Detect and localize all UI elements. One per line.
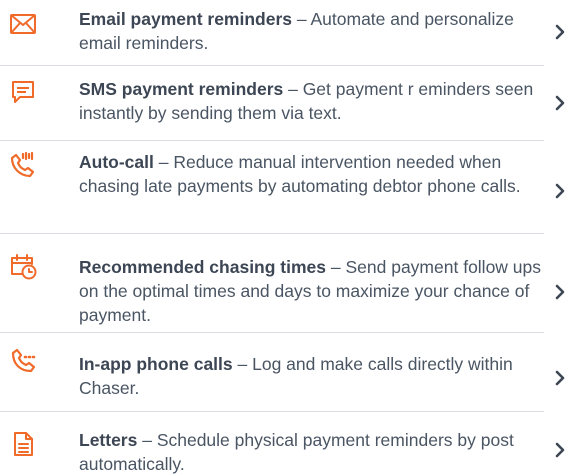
feature-text: In-app phone calls – Log and make calls … — [79, 352, 547, 400]
feature-text: SMS payment reminders – Get payment r em… — [79, 77, 547, 125]
document-letter-icon — [9, 430, 37, 458]
chevron-right-icon[interactable] — [553, 183, 567, 199]
calendar-clock-icon — [9, 252, 37, 280]
feature-row-in-app-phone-calls[interactable]: In-app phone calls – Log and make calls … — [0, 333, 571, 411]
feature-row-recommended-chasing-times[interactable]: Recommended chasing times – Send payment… — [0, 234, 571, 332]
chevron-right-icon[interactable] — [553, 370, 567, 386]
feature-text: Letters – Schedule physical payment remi… — [79, 428, 547, 476]
feature-title: SMS payment reminders — [79, 79, 284, 99]
feature-title: In-app phone calls — [79, 354, 233, 374]
chevron-right-icon[interactable] — [553, 442, 567, 458]
feature-description: – Schedule physical payment reminders by… — [79, 430, 514, 474]
feature-row-auto-call[interactable]: Auto-call – Reduce manual intervention n… — [0, 141, 571, 233]
feature-text: Recommended chasing times – Send payment… — [79, 255, 547, 327]
feature-title: Auto-call — [79, 152, 154, 172]
chevron-right-icon[interactable] — [553, 284, 567, 300]
feature-title: Recommended chasing times — [79, 257, 327, 277]
feature-list: Email payment reminders – Automate and p… — [0, 0, 571, 475]
feature-row-sms-payment-reminders[interactable]: SMS payment reminders – Get payment r em… — [0, 66, 571, 140]
feature-row-email-payment-reminders[interactable]: Email payment reminders – Automate and p… — [0, 0, 571, 65]
envelope-icon — [9, 10, 37, 38]
chevron-right-icon[interactable] — [553, 24, 567, 40]
chat-message-icon — [9, 78, 37, 106]
feature-text: Email payment reminders – Automate and p… — [79, 7, 547, 55]
phone-call-icon — [9, 347, 37, 375]
feature-text: Auto-call – Reduce manual intervention n… — [79, 150, 547, 198]
auto-call-phone-icon — [9, 151, 37, 179]
feature-row-letters[interactable]: Letters – Schedule physical payment remi… — [0, 412, 571, 475]
feature-title: Letters — [79, 430, 138, 450]
feature-title: Email payment reminders — [79, 9, 292, 29]
chevron-right-icon[interactable] — [553, 95, 567, 111]
